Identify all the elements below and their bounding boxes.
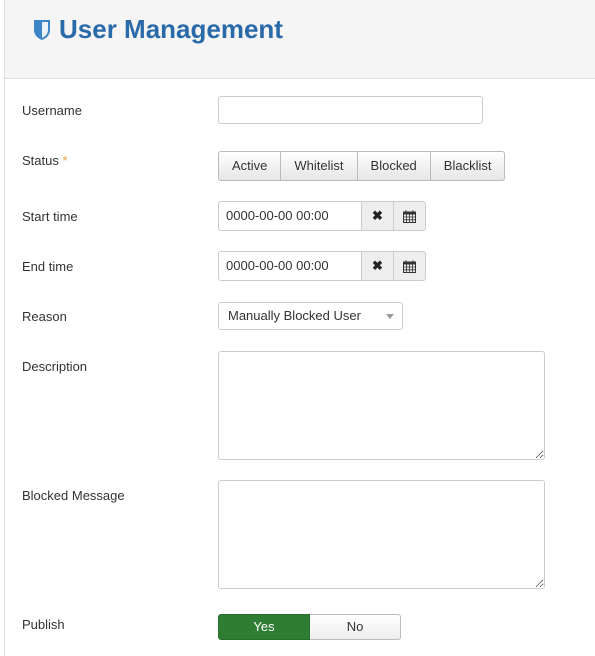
calendar-icon	[403, 209, 416, 223]
status-active-button[interactable]: Active	[218, 151, 282, 181]
calendar-icon	[403, 259, 416, 273]
end-time-clear-button[interactable]: ✖	[362, 251, 394, 281]
end-time-input[interactable]: 0000-00-00 00:00	[218, 251, 362, 281]
page-header: User Management	[5, 0, 595, 79]
start-time-clear-button[interactable]: ✖	[362, 201, 394, 231]
start-time-calendar-button[interactable]	[394, 201, 426, 231]
reason-selected-value: Manually Blocked User	[228, 308, 361, 323]
status-button-group: Active Whitelist Blocked Blacklist	[218, 151, 506, 181]
status-label: Status *	[22, 153, 68, 168]
username-input[interactable]	[218, 96, 483, 124]
blocked-message-textarea[interactable]	[218, 480, 545, 589]
description-textarea[interactable]	[218, 351, 545, 460]
end-time-label: End time	[22, 259, 74, 274]
status-label-text: Status	[22, 153, 59, 168]
status-whitelist-button[interactable]: Whitelist	[281, 151, 358, 181]
shield-icon	[34, 19, 50, 40]
publish-no-button[interactable]: No	[310, 614, 401, 640]
publish-toggle: Yes No	[218, 614, 401, 640]
publish-label: Publish	[22, 617, 65, 632]
start-time-label: Start time	[22, 209, 78, 224]
close-icon: ✖	[372, 258, 383, 273]
start-time-input[interactable]: 0000-00-00 00:00	[218, 201, 362, 231]
description-label: Description	[22, 359, 88, 374]
close-icon: ✖	[372, 208, 383, 223]
page-title-text: User Management	[59, 14, 283, 44]
blocked-message-label: Blocked Message	[22, 488, 125, 503]
status-blacklist-button[interactable]: Blacklist	[430, 151, 506, 181]
end-time-calendar-button[interactable]	[394, 251, 426, 281]
start-time-field: 0000-00-00 00:00 ✖	[218, 201, 426, 231]
status-blocked-button[interactable]: Blocked	[357, 151, 431, 181]
chevron-down-icon	[386, 314, 394, 319]
username-label: Username	[22, 103, 82, 118]
publish-yes-button[interactable]: Yes	[218, 614, 310, 640]
end-time-field: 0000-00-00 00:00 ✖	[218, 251, 426, 281]
reason-select[interactable]: Manually Blocked User	[218, 302, 403, 330]
page-title: User Management	[33, 14, 283, 45]
required-marker: *	[62, 153, 68, 168]
reason-label: Reason	[22, 309, 67, 324]
